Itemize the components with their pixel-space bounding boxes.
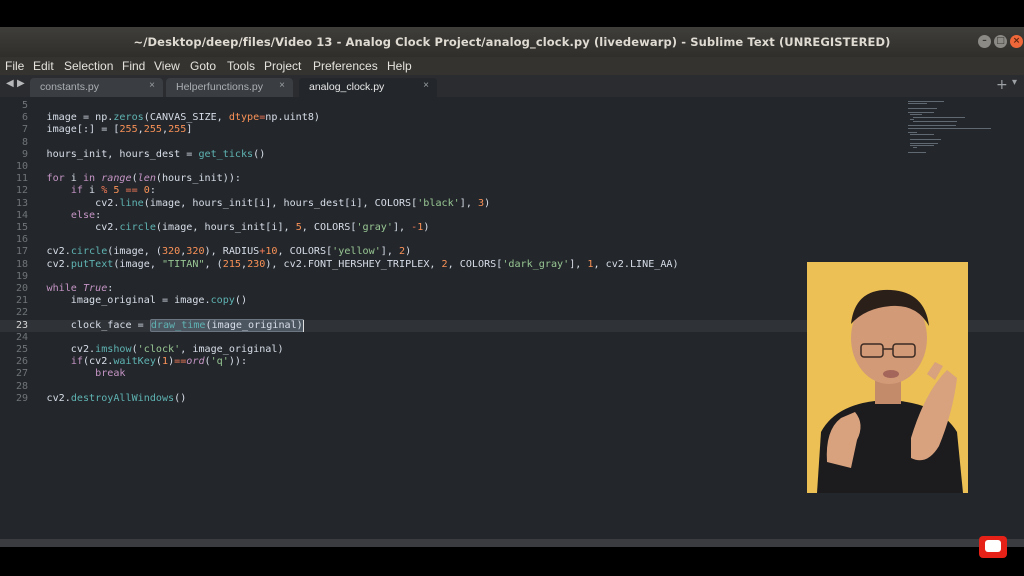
line-number: 12	[15, 185, 28, 197]
minimap-line	[912, 116, 965, 118]
minimap-line	[910, 118, 915, 120]
minimize-button[interactable]: –	[978, 35, 991, 48]
line-number: 18	[15, 258, 28, 270]
status-bar	[0, 539, 1024, 547]
minimap-line	[908, 125, 956, 127]
menu-view[interactable]: View	[154, 59, 180, 73]
line-number: 7	[21, 124, 28, 136]
line-number: 13	[15, 197, 28, 209]
line-number: 27	[15, 368, 28, 380]
code-line[interactable]: for i in range(len(hours_init)):	[47, 173, 241, 185]
minimap-line	[908, 103, 928, 105]
close-icon[interactable]: ×	[423, 80, 429, 91]
minimap-line	[908, 127, 992, 129]
line-number: 19	[15, 270, 28, 282]
menu-bar: File Edit Selection Find View Goto Tools…	[0, 57, 1024, 75]
close-icon[interactable]: ×	[279, 80, 285, 91]
menu-preferences[interactable]: Preferences	[313, 59, 378, 73]
youtube-play-shape	[985, 540, 1001, 552]
line-number: 5	[21, 100, 28, 111]
code-line[interactable]: cv2.circle(image, hours_init[i], 5, COLO…	[47, 222, 429, 234]
minimap-line	[910, 114, 922, 116]
minimap[interactable]	[908, 99, 998, 159]
line-number: 10	[15, 161, 28, 172]
caret-right-icon[interactable]: ▶	[17, 78, 25, 89]
youtube-icon[interactable]	[979, 536, 1007, 558]
menu-edit[interactable]: Edit	[33, 59, 54, 73]
line-number: 16	[15, 234, 28, 246]
code-line[interactable]: clock_face = draw_time(image_original)	[47, 318, 304, 332]
code-line[interactable]: cv2.circle(image, (320,320), RADIUS+10, …	[47, 246, 412, 258]
line-number: 26	[15, 356, 28, 368]
menu-selection[interactable]: Selection	[64, 59, 113, 73]
code-line[interactable]: cv2.destroyAllWindows()	[47, 393, 187, 405]
code-line[interactable]: cv2.line(image, hours_init[i], hours_des…	[47, 198, 490, 210]
minimap-line	[910, 134, 934, 136]
tab-bar: ◀ ▶ constants.py × Helperfunctions.py × …	[0, 75, 1024, 97]
chevron-down-icon[interactable]: ▾	[1012, 77, 1017, 88]
code-line[interactable]: image[:] = [255,255,255]	[47, 124, 193, 136]
minimap-line	[908, 112, 934, 114]
tab-label: constants.py	[40, 81, 99, 93]
line-number: 22	[15, 307, 28, 319]
tab-helperfunctions[interactable]: Helperfunctions.py ×	[166, 78, 293, 97]
tab-constants[interactable]: constants.py ×	[30, 78, 163, 97]
menu-file[interactable]: File	[5, 59, 24, 73]
text-cursor	[303, 319, 305, 332]
menu-tools[interactable]: Tools	[227, 59, 255, 73]
minimap-line	[912, 121, 957, 122]
line-number: 20	[15, 283, 28, 294]
menu-help[interactable]: Help	[387, 59, 412, 73]
line-number: 17	[15, 246, 28, 258]
minimap-line	[908, 101, 944, 103]
code-line[interactable]: break	[47, 368, 125, 380]
presenter-image	[807, 262, 968, 493]
webcam-overlay	[807, 262, 968, 493]
close-button[interactable]: ×	[1010, 35, 1023, 48]
code-line[interactable]: cv2.imshow('clock', image_original)	[47, 344, 284, 356]
menu-goto[interactable]: Goto	[190, 59, 216, 73]
line-number: 21	[15, 295, 28, 307]
title-bar[interactable]: ~/Desktop/deep/files/Video 13 - Analog C…	[0, 27, 1024, 57]
text-selection: draw_time(image_original)	[149, 318, 304, 332]
plus-icon[interactable]: +	[996, 77, 1008, 93]
line-number: 29	[15, 392, 28, 404]
line-number: 24	[15, 331, 28, 343]
minimap-line	[910, 138, 941, 140]
line-number: 28	[15, 380, 28, 392]
code-line[interactable]: if(cv2.waitKey(1)==ord('q')):	[47, 356, 247, 368]
close-icon[interactable]: ×	[149, 80, 155, 91]
code-line[interactable]: if i % 5 == 0:	[47, 185, 156, 197]
line-number: 11	[15, 173, 28, 185]
code-line[interactable]: cv2.putText(image, "TITAN", (215,230), c…	[47, 259, 679, 271]
code-line[interactable]: else:	[47, 210, 101, 222]
line-number: 15	[15, 222, 28, 233]
menu-project[interactable]: Project	[264, 59, 301, 73]
minimap-line	[908, 132, 917, 133]
line-number: 8	[21, 136, 28, 148]
code-line[interactable]: hours_init, hours_dest = get_ticks()	[47, 149, 266, 161]
line-number: 9	[21, 148, 28, 160]
code-line[interactable]: image = np.zeros(CANVAS_SIZE, dtype=np.u…	[47, 112, 321, 124]
window-title: ~/Desktop/deep/files/Video 13 - Analog C…	[133, 35, 891, 49]
line-number: 6	[21, 112, 28, 124]
minimap-line	[908, 151, 927, 153]
minimap-line	[912, 147, 917, 149]
caret-left-icon[interactable]: ◀	[6, 78, 14, 89]
line-number: 14	[15, 209, 28, 221]
tab-analog-clock[interactable]: analog_clock.py ×	[299, 78, 437, 97]
code-line[interactable]: image_original = image.copy()	[47, 295, 247, 307]
minimap-line	[910, 145, 934, 147]
code-line[interactable]: while True:	[47, 283, 114, 295]
tab-label: analog_clock.py	[309, 81, 385, 93]
maximize-button[interactable]: □	[994, 35, 1007, 48]
tab-label: Helperfunctions.py	[176, 81, 263, 93]
line-number-gutter: 5 6 7 8 9 10 11 12 13 14 15 16 17 18 19 20 21 22 23 24 25 26 2…	[0, 97, 36, 539]
line-number: 25	[15, 344, 28, 355]
minimap-line	[908, 107, 937, 109]
line-number: 23	[15, 319, 28, 331]
minimap-line	[910, 143, 939, 144]
menu-find[interactable]: Find	[122, 59, 145, 73]
